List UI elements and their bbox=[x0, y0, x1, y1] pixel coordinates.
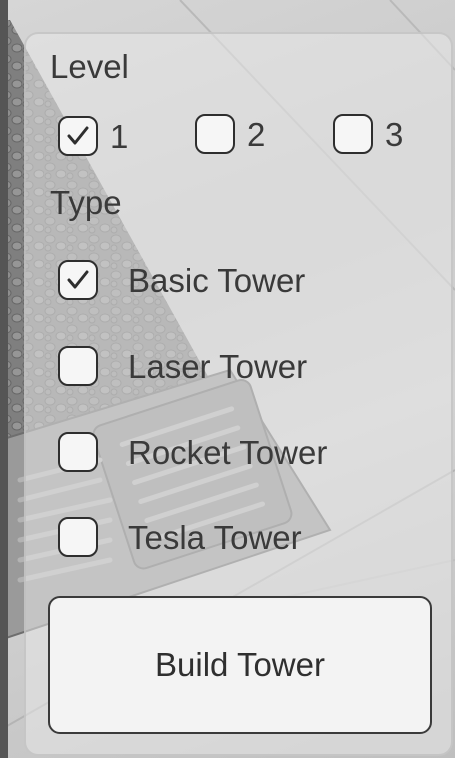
level-option-1[interactable]: 1 bbox=[58, 116, 128, 156]
tesla-tower-checkbox[interactable] bbox=[58, 517, 98, 557]
type-option-laser-tower[interactable]: Laser Tower bbox=[58, 346, 307, 386]
level-option-3[interactable]: 3 bbox=[333, 114, 403, 154]
type-option-rocket-tower[interactable]: Rocket Tower bbox=[58, 432, 327, 472]
laser-tower-checkbox[interactable] bbox=[58, 346, 98, 386]
rocket-tower-checkbox[interactable] bbox=[58, 432, 98, 472]
basic-tower-label: Basic Tower bbox=[128, 261, 306, 299]
basic-tower-checkbox[interactable] bbox=[58, 260, 98, 300]
level-heading: Level bbox=[50, 48, 129, 85]
level-option-2[interactable]: 2 bbox=[195, 114, 265, 154]
level-3-checkbox[interactable] bbox=[333, 114, 373, 154]
checkmark-icon bbox=[67, 126, 89, 145]
level-3-label: 3 bbox=[385, 115, 404, 153]
rocket-tower-label: Rocket Tower bbox=[128, 433, 328, 471]
type-option-tesla-tower[interactable]: Tesla Tower bbox=[58, 517, 302, 557]
game-scene: Level 1 2 3 Type Basic Tower Laser Tower bbox=[0, 0, 455, 758]
level-2-checkbox[interactable] bbox=[195, 114, 235, 154]
laser-tower-label: Laser Tower bbox=[128, 347, 308, 385]
level-1-checkbox[interactable] bbox=[58, 116, 98, 156]
type-option-basic-tower[interactable]: Basic Tower bbox=[58, 260, 305, 300]
level-2-label: 2 bbox=[247, 115, 266, 153]
type-heading: Type bbox=[50, 184, 122, 221]
checkmark-icon bbox=[67, 270, 89, 289]
build-tower-button[interactable]: Build Tower bbox=[48, 596, 432, 734]
level-1-label: 1 bbox=[110, 117, 129, 155]
tesla-tower-label: Tesla Tower bbox=[128, 518, 302, 556]
